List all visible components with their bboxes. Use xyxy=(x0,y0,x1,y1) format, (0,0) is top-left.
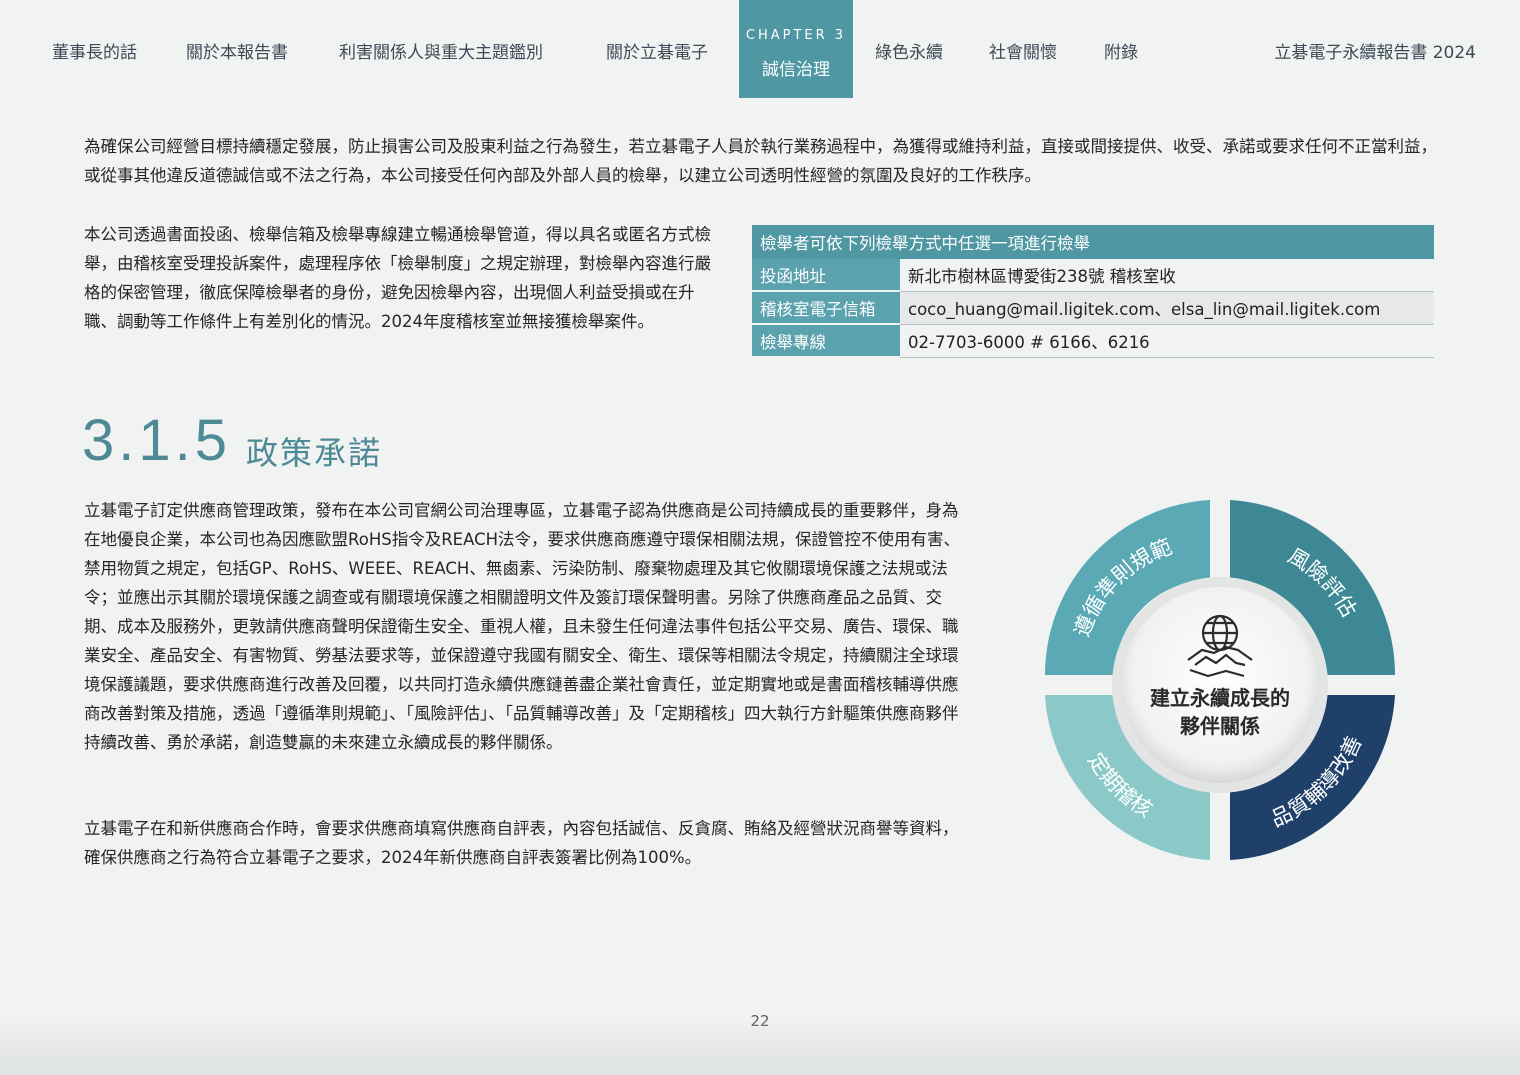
policy-paragraph: 立碁電子訂定供應商管理政策，發布在本公司官網公司治理專區，立碁電子認為供應商是公… xyxy=(84,501,961,752)
chapter-label: CHAPTER 3 xyxy=(745,28,847,43)
nav-about-company[interactable]: 關於立碁電子 xyxy=(606,38,708,63)
table-row-label: 投函地址 xyxy=(752,259,900,292)
tab-chapter-3[interactable]: CHAPTER 3 誠信治理 xyxy=(739,0,853,98)
intro-paragraph: 為確保公司經營目標持續穩定發展，防止損害公司及股東利益之行為發生，若立碁電子人員… xyxy=(84,137,1437,185)
nav-stakeholders[interactable]: 利害關係人與重大主題鑑別 xyxy=(339,38,543,63)
nav-appendix[interactable]: 附錄 xyxy=(1104,38,1138,63)
report-title: 立碁電子永續報告書 2024 xyxy=(1274,43,1476,63)
whistleblowing-paragraph: 本公司透過書面投函、檢舉信箱及檢舉專線建立暢通檢舉管道，得以具名或匿名方式檢舉，… xyxy=(84,225,711,331)
center-title-line1: 建立永續成長的 xyxy=(1150,686,1290,710)
chapter-name: 誠信治理 xyxy=(762,60,830,80)
table-header: 檢舉者可依下列檢舉方式中任選一項進行檢舉 xyxy=(752,225,1434,259)
table-row-label: 檢舉專線 xyxy=(752,324,900,358)
section-number: 3.1.5 xyxy=(82,408,231,473)
nav-social-care[interactable]: 社會關懷 xyxy=(989,38,1057,63)
nav-chairman-message[interactable]: 董事長的話 xyxy=(52,38,137,63)
page-bottom-shade xyxy=(0,1015,1520,1075)
table-row-value: 新北市樹林區博愛街238號 稽核室收 xyxy=(900,259,1434,292)
table-row: 檢舉專線 02-7703-6000 # 6166、6216 xyxy=(752,324,1434,358)
nav-green-sustainability[interactable]: 綠色永續 xyxy=(875,38,943,63)
table-row-value: 02-7703-6000 # 6166、6216 xyxy=(900,324,1434,358)
partnership-diagram: 遵循準則規範 風險評估 品質輔導改善 定期稽核 建立永續成長的 夥伴關係 xyxy=(1044,500,1396,860)
table-row: 稽核室電子信箱 coco_huang@mail.ligitek.com、elsa… xyxy=(752,291,1434,325)
table-row-value-email[interactable]: coco_huang@mail.ligitek.com、elsa_lin@mai… xyxy=(900,291,1434,325)
center-title-line2: 夥伴關係 xyxy=(1180,714,1260,738)
table-row: 投函地址 新北市樹林區博愛街238號 稽核室收 xyxy=(752,259,1434,292)
section-title: 政策承諾 xyxy=(246,434,383,472)
table-row-label: 稽核室電子信箱 xyxy=(752,291,900,325)
whistleblowing-table: 檢舉者可依下列檢舉方式中任選一項進行檢舉 投函地址 新北市樹林區博愛街238號 … xyxy=(752,225,1434,358)
self-evaluation-paragraph: 立碁電子在和新供應商合作時，會要求供應商填寫供應商自評表，內容包括誠信、反貪腐、… xyxy=(84,819,959,867)
nav-about-report[interactable]: 關於本報告書 xyxy=(186,38,288,63)
